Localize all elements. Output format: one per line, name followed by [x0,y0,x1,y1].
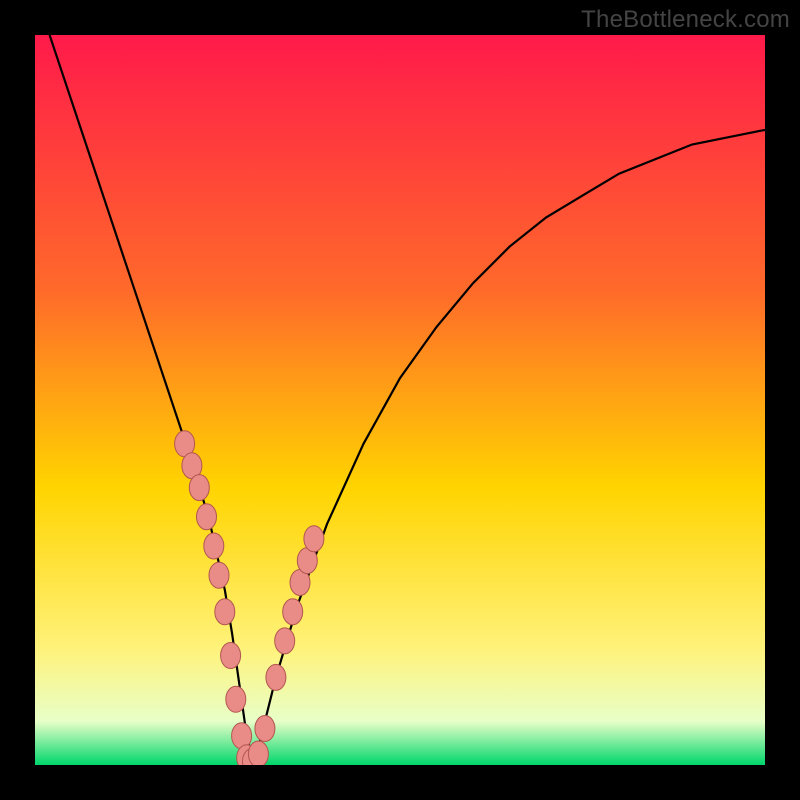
highlight-marker [189,475,209,501]
highlight-marker [255,716,275,742]
highlight-marker [221,643,241,669]
bottleneck-chart [35,35,765,765]
highlight-marker [283,599,303,625]
plot-area [35,35,765,765]
highlight-marker [204,533,224,559]
highlight-marker [266,664,286,690]
highlight-marker [304,526,324,552]
highlight-marker [197,504,217,530]
highlight-marker [209,562,229,588]
gradient-background [35,35,765,765]
highlight-marker [248,741,268,765]
highlight-marker [226,686,246,712]
highlight-marker [215,599,235,625]
highlight-marker [275,628,295,654]
watermark-text: TheBottleneck.com [581,6,790,34]
chart-frame: TheBottleneck.com [0,0,800,800]
